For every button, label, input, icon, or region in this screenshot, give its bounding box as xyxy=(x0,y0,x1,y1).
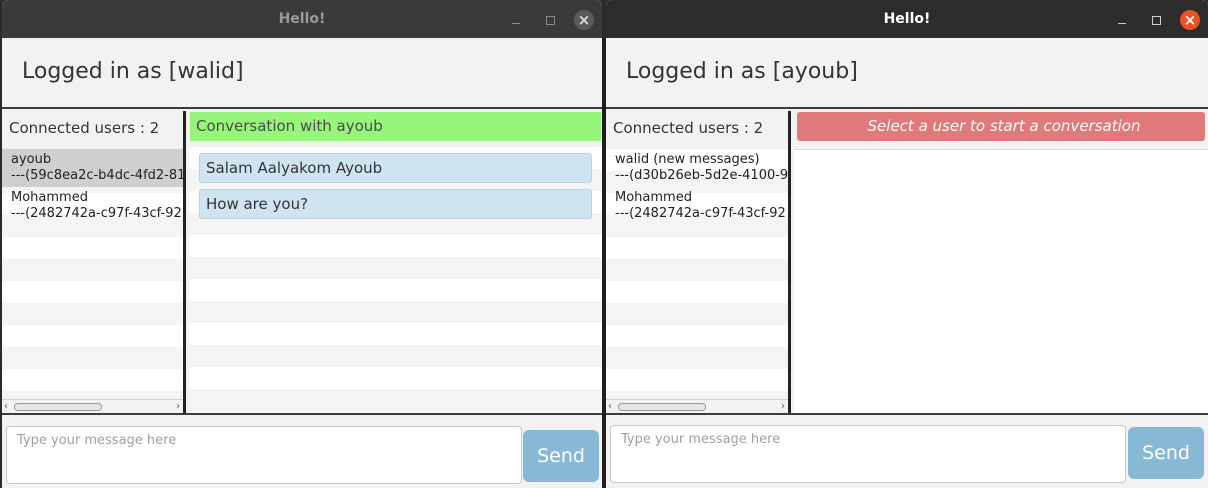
logged-in-label: Logged in as [ayoub] xyxy=(626,59,858,84)
user-id: ---(59c8ea2c-b4dc-4fd2-81 xyxy=(11,168,183,183)
user-item-mohammed[interactable]: Mohammed ---(2482742a-c97f-43cf-92 xyxy=(606,187,788,225)
connected-users-count: Connected users : 2 xyxy=(9,119,160,137)
maximize-icon[interactable] xyxy=(540,10,560,30)
conversation-body[interactable]: Salam Aalyakom Ayoub How are you? xyxy=(189,147,602,413)
user-id: ---(2482742a-c97f-43cf-92 xyxy=(615,206,786,221)
user-item-mohammed[interactable]: Mohammed ---(2482742a-c97f-43cf-92 xyxy=(2,187,183,225)
users-pane: Connected users : 2 ayoub ---(59c8ea2c-b… xyxy=(2,111,186,413)
conversation-title: Select a user to start a conversation xyxy=(797,112,1205,141)
conversation-pane: Conversation with ayoub Salam Aalyakom A… xyxy=(189,111,602,413)
scroll-left-icon[interactable]: ‹ xyxy=(4,400,8,414)
logged-in-label: Logged in as [walid] xyxy=(22,59,244,84)
title-bar[interactable]: Hello! xyxy=(2,0,602,38)
user-list[interactable]: ayoub ---(59c8ea2c-b4dc-4fd2-81 Mohammed… xyxy=(2,149,183,399)
minimize-icon[interactable] xyxy=(506,10,526,30)
maximize-icon[interactable] xyxy=(1146,10,1166,30)
close-icon[interactable] xyxy=(1180,10,1200,30)
title-bar[interactable]: Hello! xyxy=(606,0,1208,38)
message-bubble[interactable]: How are you? xyxy=(199,189,592,219)
user-item-walid[interactable]: walid (new messages) ---(d30b26eb-5d2e-4… xyxy=(606,149,788,187)
chat-window-ayoub: Hello! Logged in as [ayoub] Connected us… xyxy=(606,0,1208,488)
user-name: walid (new messages) xyxy=(615,152,760,167)
conversation-pane: Select a user to start a conversation xyxy=(794,111,1208,413)
user-id: ---(2482742a-c97f-43cf-92 xyxy=(11,206,182,221)
conversation-title: Conversation with ayoub xyxy=(190,112,601,141)
horizontal-scrollbar[interactable]: ‹ › xyxy=(606,399,788,413)
scroll-thumb[interactable] xyxy=(618,403,706,411)
composer: Send xyxy=(606,413,1208,488)
connected-users-count: Connected users : 2 xyxy=(613,119,764,137)
minimize-icon[interactable] xyxy=(1112,10,1132,30)
message-input[interactable] xyxy=(610,425,1126,483)
scroll-right-icon[interactable]: › xyxy=(176,400,180,414)
chat-window-walid: Hello! Logged in as [walid] Connected us… xyxy=(2,0,602,488)
conversation-body[interactable] xyxy=(794,149,1208,413)
scroll-thumb[interactable] xyxy=(14,403,102,411)
user-id: ---(d30b26eb-5d2e-4100-9 xyxy=(615,168,788,183)
message-bubble[interactable]: Salam Aalyakom Ayoub xyxy=(199,153,592,183)
user-name: Mohammed xyxy=(11,190,88,205)
send-button[interactable]: Send xyxy=(1128,427,1204,479)
user-item-ayoub[interactable]: ayoub ---(59c8ea2c-b4dc-4fd2-81 xyxy=(2,149,183,187)
user-name: Mohammed xyxy=(615,190,692,205)
horizontal-scrollbar[interactable]: ‹ › xyxy=(2,399,183,413)
message-input[interactable] xyxy=(6,426,522,484)
scroll-left-icon[interactable]: ‹ xyxy=(608,400,612,414)
users-pane: Connected users : 2 walid (new messages)… xyxy=(606,111,791,413)
scroll-right-icon[interactable]: › xyxy=(781,400,785,414)
send-button[interactable]: Send xyxy=(523,430,599,482)
user-list[interactable]: walid (new messages) ---(d30b26eb-5d2e-4… xyxy=(606,149,788,399)
composer: Send xyxy=(2,413,602,488)
message-list: Salam Aalyakom Ayoub How are you? xyxy=(189,147,602,219)
close-icon[interactable] xyxy=(574,10,594,30)
header: Logged in as [walid] xyxy=(2,38,602,109)
header: Logged in as [ayoub] xyxy=(606,38,1208,109)
user-name: ayoub xyxy=(11,152,52,167)
